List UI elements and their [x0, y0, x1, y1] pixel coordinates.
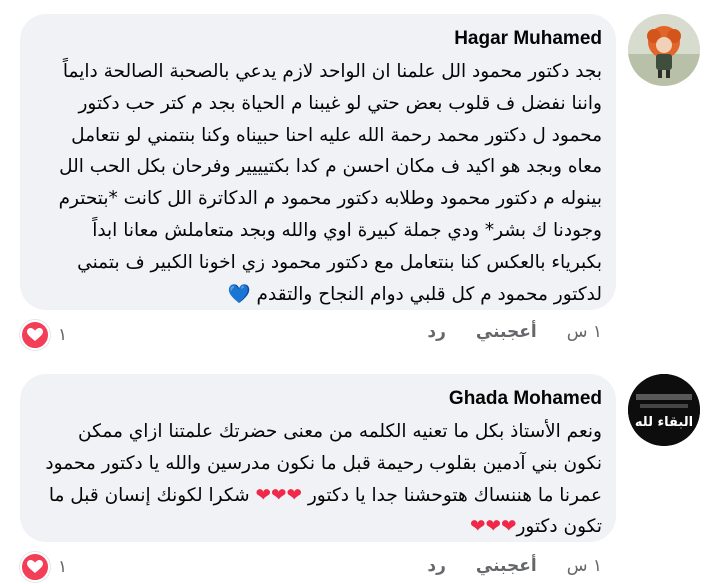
avatar[interactable]: البقاء لله [628, 374, 700, 446]
comment-actions: ١ س أعجبني رد [427, 556, 602, 576]
like-button[interactable]: أعجبني [476, 556, 537, 576]
comment-2: البقاء لله Ghada Mohamed ونعم الأستاذ بك… [0, 360, 720, 582]
blue-heart-emoji: 💙 [227, 283, 251, 305]
avatar[interactable] [628, 14, 700, 86]
doll-avatar-icon [628, 14, 700, 86]
comment-author[interactable]: Hagar Muhamed [38, 28, 602, 50]
comment-bubble: Ghada Mohamed ونعم الأستاذ بكل ما تعنيه … [20, 374, 616, 542]
reply-button[interactable]: رد [427, 556, 446, 576]
comment-author[interactable]: Ghada Mohamed [38, 388, 602, 410]
love-reaction-icon [20, 552, 50, 582]
condolence-avatar-icon: البقاء لله [628, 374, 700, 446]
love-reaction-icon [20, 320, 50, 350]
reply-button[interactable]: رد [427, 322, 446, 342]
comment-1: Hagar Muhamed بجد دكتور محمود الل علمنا … [0, 0, 720, 350]
red-hearts-emoji: ❤❤❤ [469, 516, 517, 538]
comment-time[interactable]: ١ س [567, 322, 602, 342]
reaction-count: ١ [58, 325, 68, 345]
red-hearts-emoji: ❤❤❤ [255, 484, 302, 506]
comment-text: بجد دكتور محمود الل علمنا ان الواحد لازم… [38, 56, 602, 310]
reaction-summary[interactable]: ١ [20, 320, 67, 350]
comment-text-body: بجد دكتور محمود الل علمنا ان الواحد لازم… [58, 61, 602, 305]
avatar-text: البقاء لله [635, 415, 693, 430]
comment-time[interactable]: ١ س [567, 556, 602, 576]
comment-bubble: Hagar Muhamed بجد دكتور محمود الل علمنا … [20, 14, 616, 310]
reaction-summary[interactable]: ١ [20, 552, 67, 582]
reaction-count: ١ [58, 557, 68, 577]
comment-actions: ١ س أعجبني رد [427, 322, 602, 342]
comment-text: ونعم الأستاذ بكل ما تعنيه الكلمه من معنى… [38, 416, 602, 543]
like-button[interactable]: أعجبني [476, 322, 537, 342]
